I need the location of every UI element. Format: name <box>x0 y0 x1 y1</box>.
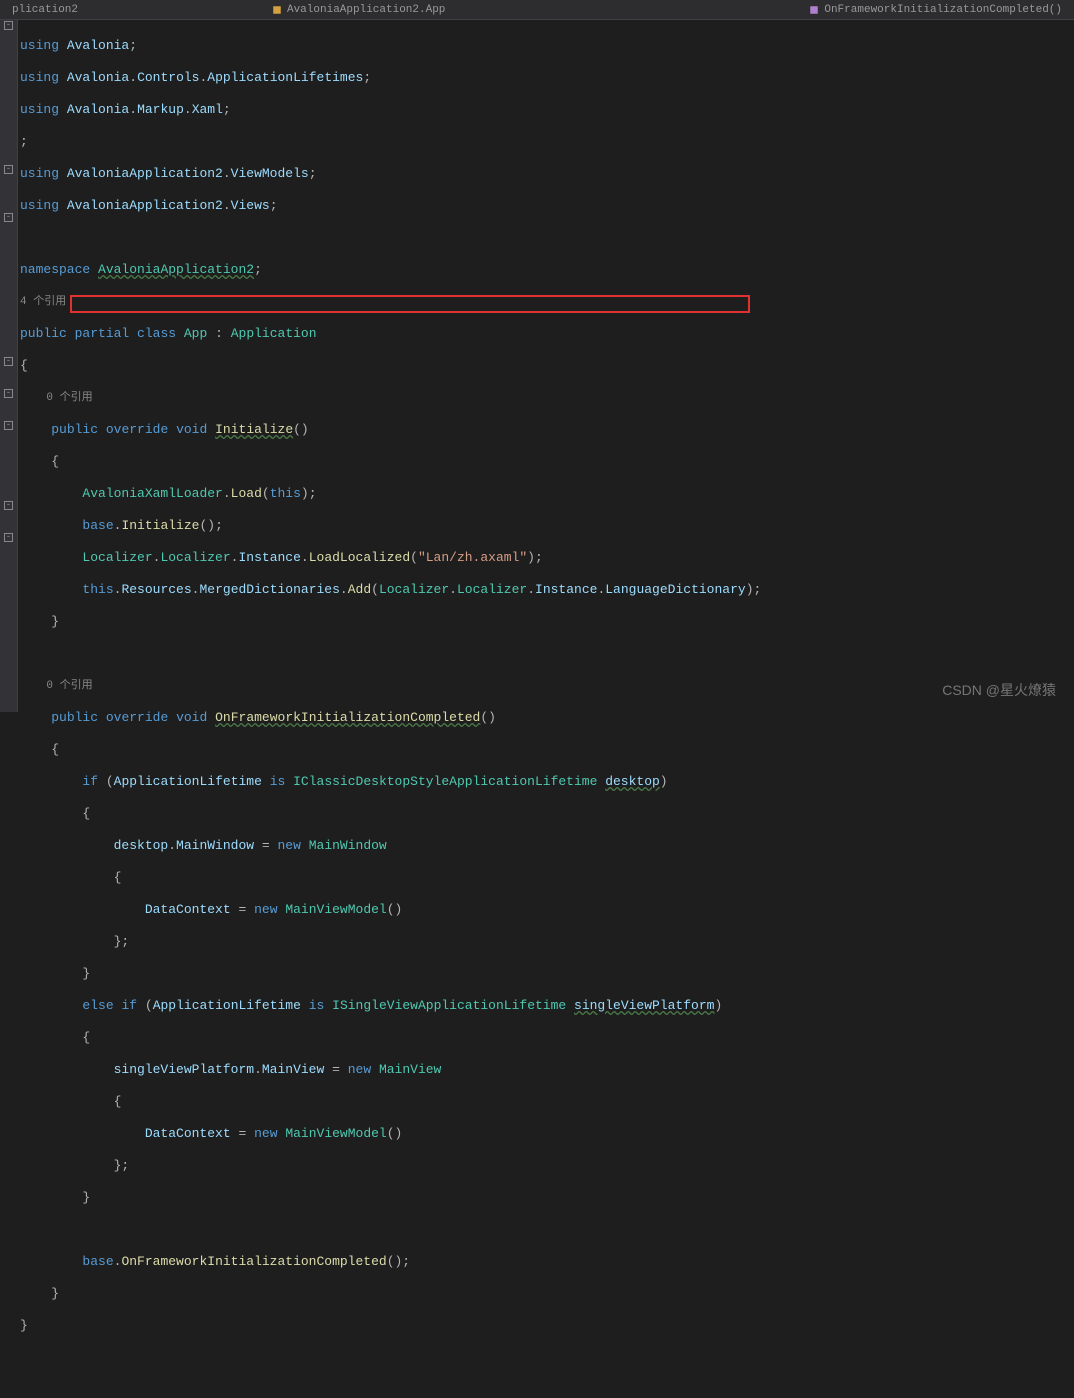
code-editor[interactable]: using Avalonia; using Avalonia.Controls.… <box>18 20 1074 712</box>
editor-area: - - - - - - - - using Avalonia; using Av… <box>0 20 1074 712</box>
method-icon <box>809 5 819 15</box>
fold-gutter[interactable]: - - - - - - - - <box>0 20 18 712</box>
codelens-0-refs-2[interactable]: 0 个引用 <box>20 678 1074 694</box>
tab-bar: plication2 AvaloniaApplication2.App OnFr… <box>0 0 1074 20</box>
class-icon <box>272 5 282 15</box>
breadcrumb-item-3[interactable]: OnFrameworkInitializationCompleted() <box>797 4 1074 16</box>
breadcrumb-item-1[interactable]: plication2 <box>0 4 90 16</box>
breadcrumb-item-2[interactable]: AvaloniaApplication2.App <box>260 4 457 16</box>
codelens-0-refs[interactable]: 0 个引用 <box>20 390 1074 406</box>
watermark: CSDN @星火燎猿 <box>942 680 1056 700</box>
codelens-4-refs[interactable]: 4 个引用 <box>20 294 1074 310</box>
